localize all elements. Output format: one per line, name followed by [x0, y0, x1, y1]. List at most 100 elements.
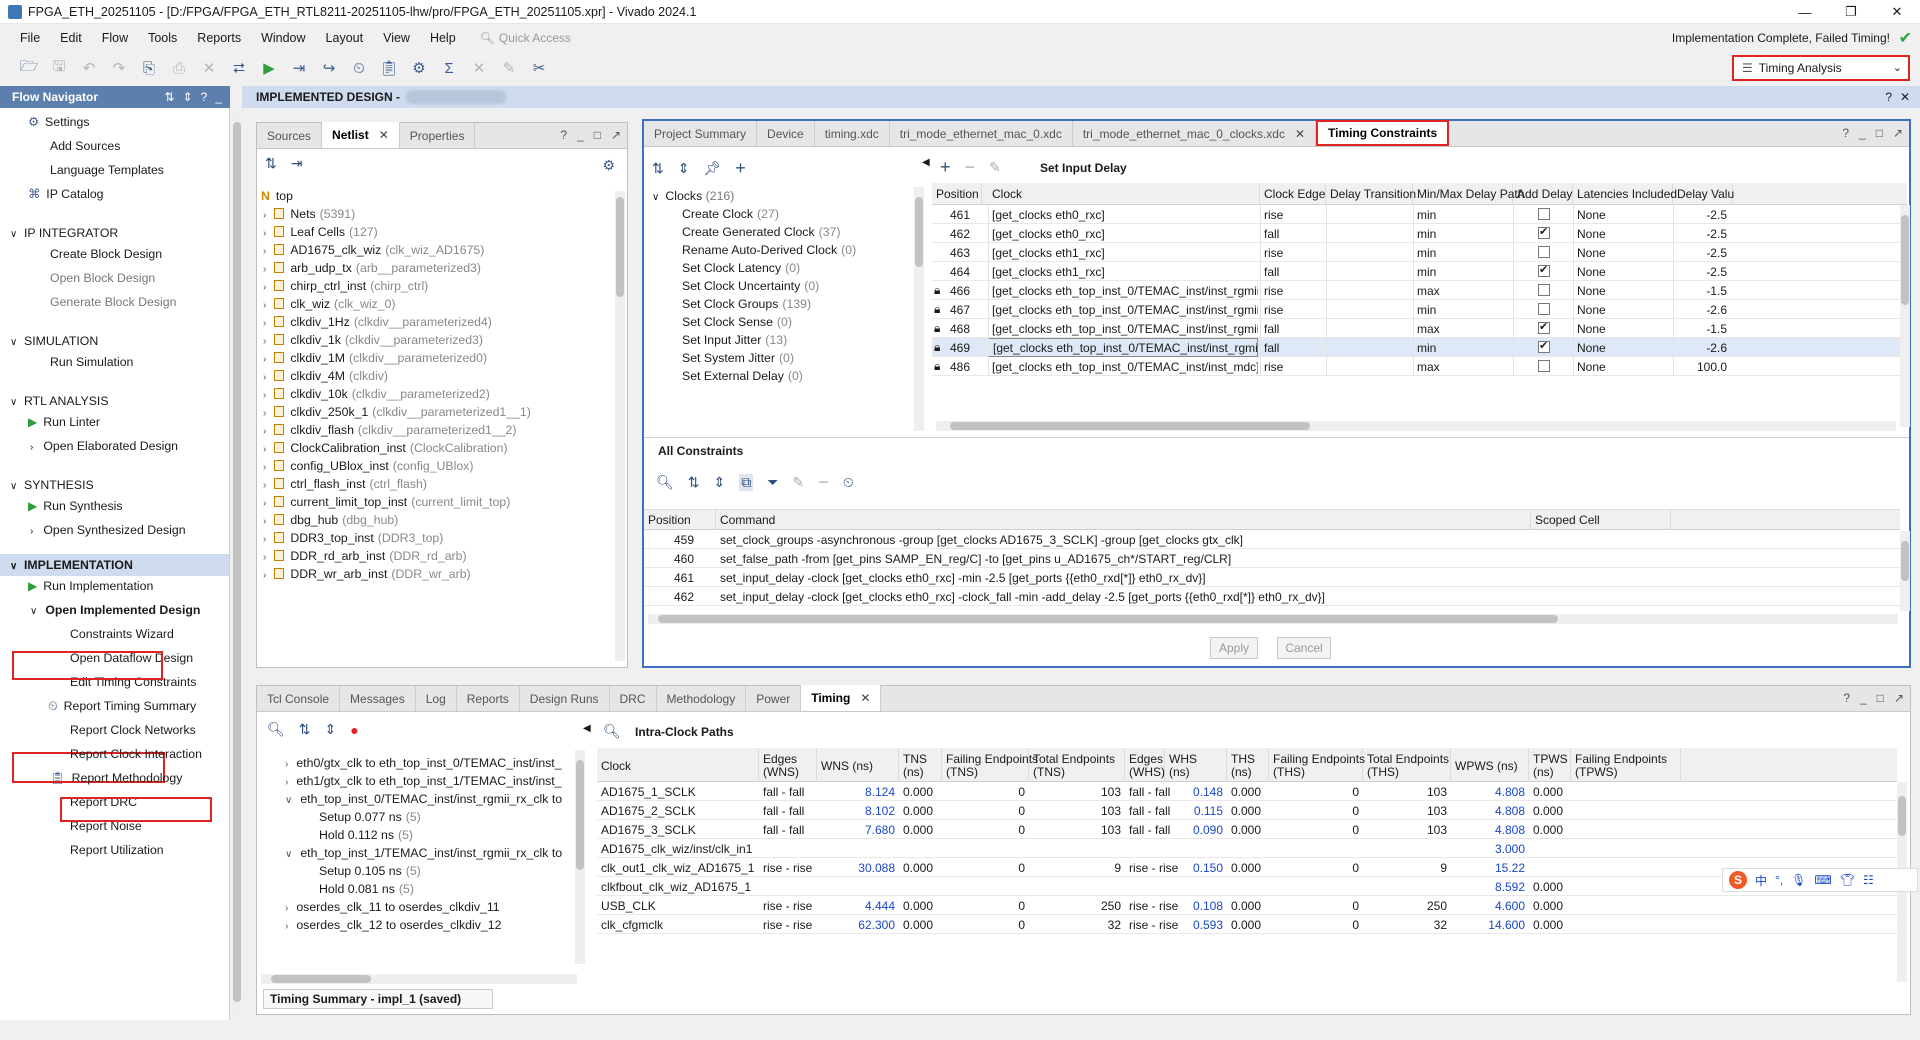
maximize-icon[interactable]: □	[594, 128, 601, 142]
col-position[interactable]: Position	[644, 510, 716, 530]
netlist-item[interactable]: › clk_wiz (clk_wiz_0)	[263, 297, 395, 311]
section-simulation[interactable]: ∨ SIMULATION	[10, 334, 98, 348]
nav-open-elaborated-design[interactable]: › Open Elaborated Design	[30, 439, 178, 453]
add-icon[interactable]: +	[940, 157, 951, 178]
menu-view[interactable]: View	[373, 31, 420, 45]
open-project-icon[interactable]: 🗁	[18, 57, 40, 79]
scroll-thumb[interactable]	[915, 197, 923, 267]
nav-create-block-design[interactable]: Create Block Design	[50, 247, 162, 261]
chevron-right-icon[interactable]: ›	[263, 462, 266, 473]
tab-project-summary[interactable]: Project Summary	[644, 121, 758, 146]
intra-clock-row[interactable]: clk_out1_clk_wiz_AD1675_1 rise - rise 30.0…	[597, 858, 1897, 877]
chevron-right-icon[interactable]: ›	[263, 408, 266, 419]
chevron-right-icon[interactable]: ›	[263, 354, 266, 365]
chevron-right-icon[interactable]: ›	[263, 516, 266, 527]
constraint-category[interactable]: Set System Jitter (0)	[682, 351, 794, 365]
table-row[interactable]: 🔒︎ 486 [get_clocks eth_top_inst_0/TEMAC_in…	[932, 357, 1907, 376]
cell-clock[interactable]: [get_clocks eth1_rxc]	[988, 265, 1258, 279]
tab-design-runs[interactable]: Design Runs	[520, 686, 610, 711]
cell-clock[interactable]: [get_clocks eth_top_inst_0/TEMAC_inst/in…	[988, 284, 1258, 298]
intra-col-header[interactable]: Failing Endpoints (TPWS)	[1571, 748, 1681, 782]
collapse-all-icon[interactable]: ⇅	[165, 90, 175, 104]
chevron-right-icon[interactable]: ›	[263, 498, 266, 509]
run-icon[interactable]: ▶	[258, 57, 280, 79]
nav-open-synthesized-design[interactable]: › Open Synthesized Design	[30, 523, 186, 537]
netlist-scrollbar[interactable]	[615, 191, 625, 661]
remove-icon[interactable]: −	[965, 157, 976, 178]
apply-button[interactable]: Apply	[1210, 637, 1258, 659]
edit-icon[interactable]: ✎	[792, 474, 804, 491]
intra-col-header[interactable]: TPWS (ns)	[1529, 748, 1571, 782]
netlist-item[interactable]: › DDR_rd_arb_inst (DDR_rd_arb)	[263, 549, 467, 563]
collapse-all-icon[interactable]: ⇅	[265, 155, 277, 172]
scroll-thumb[interactable]	[271, 975, 371, 983]
tab-reports[interactable]: Reports	[457, 686, 520, 711]
netlist-item[interactable]: › clkdiv_1Hz (clkdiv__parameterized4)	[263, 315, 492, 329]
netlist-item[interactable]: › Nets (5391)	[263, 207, 355, 221]
float-icon[interactable]: ↗	[1893, 126, 1903, 140]
tab-sources[interactable]: Sources	[257, 123, 323, 148]
checkbox-box[interactable]	[1538, 265, 1550, 277]
maximize-button[interactable]: ❐	[1828, 0, 1874, 24]
checkbox-box[interactable]	[1538, 360, 1550, 372]
checkbox-box[interactable]	[1538, 227, 1550, 239]
constraint-category[interactable]: Set Clock Sense (0)	[682, 315, 792, 329]
tab-methodology[interactable]: Methodology	[657, 686, 747, 711]
table-row[interactable]: 462 [get_clocks eth0_rxc] fall min None -2.5	[932, 224, 1907, 243]
chevron-down-icon[interactable]: ∨	[285, 795, 292, 806]
add-delay-checkbox[interactable]	[1538, 246, 1550, 261]
netlist-item[interactable]: › Leaf Cells (127)	[263, 225, 378, 239]
section-rtl-analysis[interactable]: ∨ RTL ANALYSIS	[10, 394, 109, 408]
netlist-item[interactable]: › chirp_ctrl_inst (chirp_ctrl)	[263, 279, 428, 293]
nav-report-utilization[interactable]: Report Utilization	[70, 843, 164, 857]
timing-tree-item[interactable]: ∨ eth_top_inst_1/TEMAC_inst/inst_rgmii_rx…	[285, 846, 562, 860]
table-row[interactable]: 🔒︎ 467 [get_clocks eth_top_inst_0/TEMAC_in…	[932, 300, 1907, 319]
report-icon[interactable]: 📋︎	[378, 57, 400, 79]
tab-timing-xdc[interactable]: timing.xdc	[815, 121, 890, 146]
menu-reports[interactable]: Reports	[187, 31, 251, 45]
microphone-icon[interactable]: 🎙︎	[1791, 873, 1806, 887]
cell-clock[interactable]: [get_clocks eth1_rxc]	[988, 246, 1258, 260]
close-icon[interactable]: ✕	[1295, 127, 1305, 141]
search-icon[interactable]: 🔍︎	[656, 474, 674, 491]
timing-tree-item[interactable]: › oserdes_clk_12 to oserdes_clkdiv_12	[285, 918, 501, 932]
search-icon[interactable]: 🔍︎	[603, 723, 621, 740]
add-delay-checkbox[interactable]	[1538, 265, 1550, 280]
float-icon[interactable]: ↗	[1894, 691, 1904, 705]
constraint-category[interactable]: Create Generated Clock (37)	[682, 225, 840, 239]
intra-col-header[interactable]: Total Endpoints (TNS)	[1029, 748, 1125, 782]
intra-col-header[interactable]: THS (ns)	[1227, 748, 1269, 782]
tab-timing[interactable]: Timing ✕	[801, 685, 882, 711]
col-command[interactable]: Command	[716, 510, 1531, 530]
menu-help[interactable]: Help	[420, 31, 466, 45]
paste-icon[interactable]: ⎙	[168, 57, 190, 79]
settings-icon[interactable]: ⚙	[408, 57, 430, 79]
cell-clock[interactable]: [get_clocks eth_top_inst_0/TEMAC_inst/in…	[988, 322, 1258, 336]
remove-icon[interactable]: −	[818, 472, 829, 493]
nav-language-templates[interactable]: Language Templates	[50, 163, 164, 177]
tree-scrollbar[interactable]	[914, 187, 924, 431]
timing-tree-h-scrollbar[interactable]	[261, 974, 577, 984]
expand-icon[interactable]: ⇥	[291, 155, 303, 172]
options-icon[interactable]: ⇕	[183, 90, 193, 104]
minimize-icon[interactable]: _	[1860, 691, 1867, 705]
chevron-right-icon[interactable]: ›	[263, 426, 266, 437]
intra-clock-row[interactable]: AD1675_clk_wiz/inst/clk_in1 3.000	[597, 839, 1897, 858]
minimize-panel-icon[interactable]: _	[215, 90, 222, 104]
col-delay-value[interactable]: Delay Valu	[1673, 183, 1734, 205]
timing-summary-tab[interactable]: Timing Summary - impl_1 (saved)	[263, 989, 493, 1009]
chevron-right-icon[interactable]: ›	[263, 534, 266, 545]
help-icon[interactable]: ?	[1843, 691, 1850, 705]
menu-edit[interactable]: Edit	[50, 31, 92, 45]
maximize-icon[interactable]: □	[1876, 126, 1883, 140]
redo-icon[interactable]: ↷	[108, 57, 130, 79]
copy-icon[interactable]: ⎘	[138, 57, 160, 79]
add-delay-checkbox[interactable]	[1538, 208, 1550, 223]
constraint-category[interactable]: Set Clock Latency (0)	[682, 261, 800, 275]
chevron-down-icon[interactable]: ∨	[285, 849, 292, 860]
constraint-row[interactable]: 459 set_clock_groups -asynchronous -group…	[644, 530, 1900, 549]
intra-col-header[interactable]: WNS (ns)	[817, 748, 899, 782]
scroll-thumb[interactable]	[233, 122, 241, 1002]
close-icon[interactable]: ✕	[379, 128, 389, 142]
auto-connect-icon[interactable]: ⮂	[228, 57, 250, 79]
